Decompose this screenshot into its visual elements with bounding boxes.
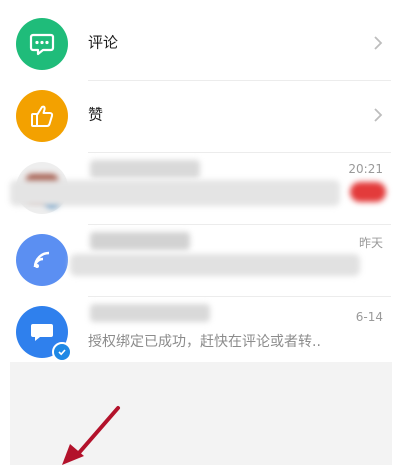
verified-badge bbox=[52, 342, 72, 362]
broadcast-icon bbox=[33, 251, 50, 268]
preview-redacted bbox=[10, 180, 340, 206]
message-time: 昨天 bbox=[358, 236, 383, 250]
preview-redacted bbox=[70, 254, 360, 276]
conversation-item[interactable]: 6-14 授权绑定已成功，赶快在评论或者转.. bbox=[0, 298, 407, 369]
thumbs-up-icon bbox=[31, 105, 54, 127]
chevron-right-icon bbox=[374, 36, 383, 50]
comments-avatar bbox=[16, 18, 68, 70]
name-redacted bbox=[90, 304, 210, 322]
empty-footer bbox=[10, 362, 392, 465]
comments-label: 评论 bbox=[88, 33, 119, 52]
message-preview: 授权绑定已成功，赶快在评论或者转.. bbox=[88, 334, 321, 350]
comments-row[interactable]: 评论 bbox=[0, 10, 407, 81]
likes-row[interactable]: 赞 bbox=[0, 82, 407, 153]
message-time: 20:21 bbox=[348, 162, 383, 176]
conversation-item[interactable]: 20:21 bbox=[0, 154, 407, 225]
chevron-right-icon bbox=[374, 108, 383, 122]
likes-avatar bbox=[16, 90, 68, 142]
divider bbox=[88, 80, 391, 81]
message-time: 6-14 bbox=[355, 310, 383, 324]
chat-bubble-icon bbox=[29, 33, 55, 56]
divider bbox=[88, 224, 391, 225]
name-redacted bbox=[90, 232, 190, 250]
likes-label: 赞 bbox=[88, 105, 104, 124]
name-redacted bbox=[90, 160, 200, 178]
divider bbox=[88, 152, 391, 153]
unread-badge bbox=[350, 182, 386, 202]
message-icon bbox=[31, 324, 53, 341]
avatar bbox=[16, 306, 72, 362]
divider bbox=[88, 296, 391, 297]
avatar bbox=[16, 234, 68, 286]
conversation-item[interactable]: 昨天 bbox=[0, 226, 407, 297]
check-icon bbox=[58, 349, 66, 356]
